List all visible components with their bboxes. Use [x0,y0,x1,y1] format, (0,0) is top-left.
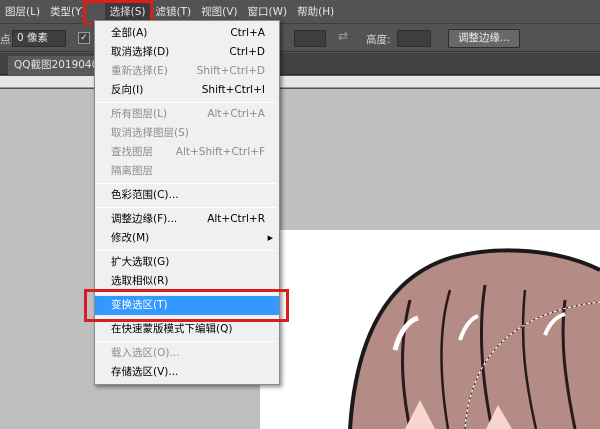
horizontal-ruler [0,76,600,88]
document-tab-row: QQ截图20190402 [0,53,600,75]
menu-item-refine-edge[interactable]: 调整边缘(F)... Alt+Ctrl+R [95,210,279,229]
swap-icon[interactable]: ⇄ [338,29,348,43]
menu-item-modify[interactable]: 修改(M) ▶ [95,229,279,248]
menu-item-all[interactable]: 全部(A) Ctrl+A [95,24,279,43]
height-input[interactable] [397,30,431,47]
menu-item-save-selection[interactable]: 存储选区(V)... [95,363,279,382]
width-input[interactable] [294,30,326,47]
refine-edge-button[interactable]: 调整边缘... [448,29,520,48]
menu-item-deselect-layers: 取消选择图层(S) [111,127,189,139]
menu-item-isolate-layers: 隔离图层 [111,165,153,177]
select-dropdown-menu: 全部(A) Ctrl+A 取消选择(D) Ctrl+D 重新选择(E) Shift+C… [94,20,280,385]
options-bar: 点: 0 像素 ✓ ⇄ 高度: 调整边缘... [0,25,600,52]
menu-item-grow[interactable]: 扩大选取(G) [95,253,279,272]
menu-item-find-layers: 查找图层 Alt+Shift+Ctrl+F [111,146,265,158]
menu-separator [97,183,277,184]
menu-item-color-range[interactable]: 色彩范围(C)... [95,186,279,205]
menu-item-load-selection: 载入选区(O)... [111,347,180,359]
menu-separator [97,102,277,103]
menu-bar: 图层(L) 类型(Y) 选择(S) 滤镜(T) 视图(V) 窗口(W) 帮助(H… [0,0,600,26]
annotation-box-transform-selection [84,289,289,322]
document-canvas[interactable] [260,230,600,429]
menu-item-reselect: 重新选择(E) Shift+Ctrl+D [111,65,265,77]
menu-item-deselect[interactable]: 取消选择(D) Ctrl+D [95,43,279,62]
anti-alias-checkbox[interactable]: ✓ [78,32,90,44]
menu-layer[interactable]: 图层(L) [0,0,45,24]
menu-help[interactable]: 帮助(H) [292,0,339,24]
menu-separator [97,250,277,251]
menu-item-all-layers: 所有图层(L) Alt+Ctrl+A [111,108,265,120]
submenu-arrow-icon: ▶ [267,234,273,242]
menu-item-inverse[interactable]: 反向(I) Shift+Ctrl+I [95,81,279,100]
menu-separator [97,341,277,342]
menu-separator [97,207,277,208]
artwork-hair-image [348,248,600,429]
feather-input[interactable]: 0 像素 [12,30,66,47]
height-label: 高度: [366,34,391,46]
menu-item-quick-mask[interactable]: 在快速蒙版模式下编辑(Q) [95,320,279,339]
